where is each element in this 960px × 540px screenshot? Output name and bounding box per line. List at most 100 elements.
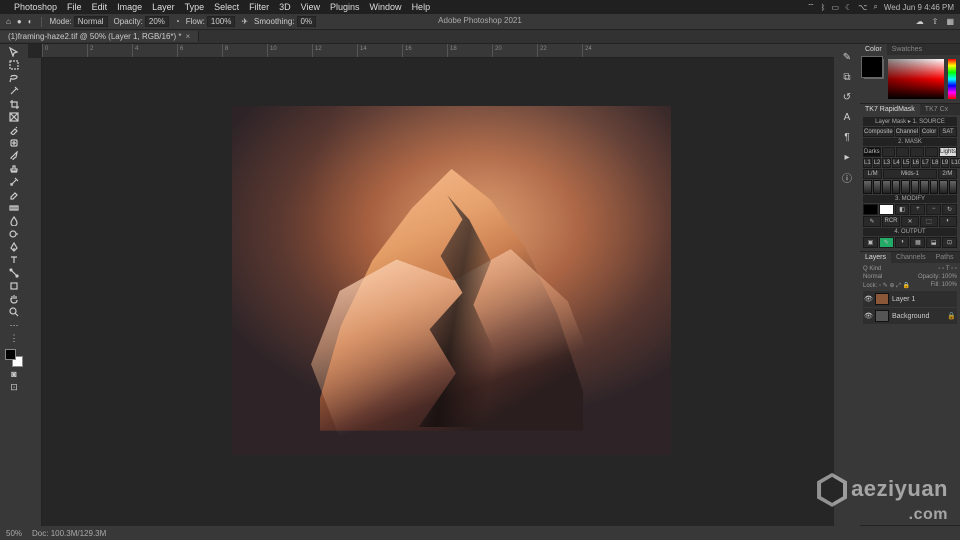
tool-preset-icon[interactable]: ● bbox=[17, 17, 22, 26]
tk-mask-button[interactable] bbox=[896, 147, 909, 157]
tk-mids-button[interactable]: L/M bbox=[863, 169, 882, 179]
tk-output-button[interactable]: ⬓ bbox=[926, 237, 941, 248]
opacity-value[interactable]: 20% bbox=[145, 16, 169, 27]
cloud-icon[interactable]: ☁ bbox=[916, 17, 924, 26]
layer-name[interactable]: Layer 1 bbox=[892, 296, 915, 303]
clone-panel-icon[interactable]: ⧉ bbox=[840, 70, 854, 84]
frame-tool[interactable] bbox=[8, 111, 20, 123]
wifi-icon[interactable]: ⌔ bbox=[807, 2, 815, 12]
search-icon[interactable]: ⌕ bbox=[873, 2, 877, 12]
layer-blend-mode[interactable]: Normal bbox=[863, 274, 882, 280]
tk-zone-button[interactable]: L9 bbox=[941, 158, 950, 168]
document-tab[interactable]: (1)framing-haze2.tif @ 50% (Layer 1, RGB… bbox=[0, 31, 199, 42]
tk-zone-button[interactable]: L5 bbox=[902, 158, 911, 168]
tk-composite-button[interactable]: Composite bbox=[863, 127, 894, 137]
rectangle-tool[interactable] bbox=[8, 280, 20, 292]
visibility-icon[interactable]: 👁 bbox=[864, 312, 872, 320]
eyedropper-tool[interactable] bbox=[8, 124, 20, 136]
blur-tool[interactable] bbox=[8, 215, 20, 227]
heal-tool[interactable] bbox=[8, 137, 20, 149]
crop-tool[interactable] bbox=[8, 98, 20, 110]
tk-channel-button[interactable]: Channel bbox=[895, 127, 919, 137]
tk-sat-button[interactable]: SAT bbox=[939, 127, 957, 137]
tk-modify-button[interactable] bbox=[879, 204, 894, 215]
visibility-icon[interactable]: 👁 bbox=[864, 295, 872, 303]
layer-thumbnail[interactable] bbox=[875, 293, 889, 305]
tk-output-button[interactable]: ▣ bbox=[863, 237, 878, 248]
tk-modify-button[interactable]: ↻ bbox=[942, 204, 957, 215]
tk-modify-button[interactable]: ◧ bbox=[895, 204, 910, 215]
lasso-tool[interactable] bbox=[8, 72, 20, 84]
tk-zone-button[interactable]: L10 bbox=[950, 158, 960, 168]
brush-tool[interactable] bbox=[8, 150, 20, 162]
tk-zone-button[interactable]: L4 bbox=[892, 158, 901, 168]
vertical-ruler[interactable] bbox=[28, 58, 42, 526]
marquee-tool[interactable] bbox=[8, 59, 20, 71]
foreground-background-colors[interactable] bbox=[5, 349, 23, 367]
canvas-area[interactable]: 024681012141618202224 bbox=[28, 44, 834, 526]
pen-tool[interactable] bbox=[8, 241, 20, 253]
opacity-field[interactable]: Opacity: 20% bbox=[114, 16, 169, 27]
paragraph-panel-icon[interactable]: ¶ bbox=[840, 130, 854, 144]
eraser-tool[interactable] bbox=[8, 189, 20, 201]
menubar-clock[interactable]: Wed Jun 9 4:46 PM bbox=[884, 3, 954, 12]
tk-color-button[interactable]: Color bbox=[920, 127, 938, 137]
tk-modify-button[interactable]: ✎ bbox=[863, 216, 881, 227]
tk-zone-button[interactable]: L1 bbox=[863, 158, 872, 168]
move-tool[interactable] bbox=[8, 46, 20, 58]
layer-row[interactable]: 👁 Layer 1 bbox=[863, 291, 957, 307]
tk-sliders[interactable] bbox=[863, 180, 957, 194]
menu-3d[interactable]: 3D bbox=[279, 2, 291, 12]
tk-lights-button[interactable]: Lights bbox=[939, 147, 957, 157]
tk7-rapidmask-tab[interactable]: TK7 RapidMask bbox=[860, 104, 920, 115]
color-swatch-selector[interactable] bbox=[864, 59, 884, 79]
type-tool[interactable] bbox=[8, 254, 20, 266]
menu-file[interactable]: File bbox=[67, 2, 82, 12]
tk-mask-button[interactable] bbox=[910, 147, 923, 157]
tk-zone-button[interactable]: L7 bbox=[921, 158, 930, 168]
layer-row[interactable]: 👁 Background 🔒 bbox=[863, 308, 957, 324]
tk-modify-button[interactable]: ◐ bbox=[939, 216, 957, 227]
layer-name[interactable]: Background bbox=[892, 313, 929, 320]
hand-tool[interactable] bbox=[8, 293, 20, 305]
layer-kind-filter[interactable]: Q Kind bbox=[863, 266, 881, 272]
tk-zone-button[interactable]: L2 bbox=[873, 158, 882, 168]
color-tab[interactable]: Color bbox=[860, 44, 887, 55]
smoothing-field[interactable]: Smoothing: 0% bbox=[254, 16, 316, 27]
history-panel-icon[interactable]: ↺ bbox=[840, 90, 854, 104]
info-panel-icon[interactable]: ⓘ bbox=[840, 170, 854, 184]
pressure-opacity-icon[interactable]: ◔ bbox=[175, 17, 180, 26]
home-icon[interactable]: ⌂ bbox=[6, 17, 11, 26]
channels-tab[interactable]: Channels bbox=[891, 252, 931, 263]
hue-bar[interactable] bbox=[948, 59, 956, 99]
tk-mids-button[interactable]: Mids-1 bbox=[883, 169, 937, 179]
stamp-tool[interactable] bbox=[8, 163, 20, 175]
lock-icon[interactable]: 🔒 bbox=[947, 312, 956, 320]
moon-icon[interactable]: ☾ bbox=[845, 3, 852, 12]
screenmode-icon[interactable]: ⊡ bbox=[8, 381, 20, 393]
menu-filter[interactable]: Filter bbox=[249, 2, 269, 12]
gradient-tool[interactable] bbox=[8, 202, 20, 214]
workspace-icon[interactable]: ▦ bbox=[946, 17, 954, 26]
tk-mids-button[interactable]: 2/M bbox=[938, 169, 957, 179]
document-canvas[interactable] bbox=[232, 106, 671, 455]
brush-preset-icon[interactable]: ◐ bbox=[28, 17, 33, 26]
tk-zone-button[interactable]: L6 bbox=[911, 158, 920, 168]
menu-app[interactable]: Photoshop bbox=[14, 2, 57, 12]
horizontal-ruler[interactable]: 024681012141618202224 bbox=[42, 44, 834, 58]
foreground-color-swatch[interactable] bbox=[5, 349, 16, 360]
mode-value[interactable]: Normal bbox=[74, 16, 108, 27]
menu-window[interactable]: Window bbox=[370, 2, 402, 12]
tk-output-button[interactable]: ◑ bbox=[895, 237, 910, 248]
layer-thumbnail[interactable] bbox=[875, 310, 889, 322]
tk-modify-button[interactable]: − bbox=[926, 204, 941, 215]
tk-zone-button[interactable]: L8 bbox=[931, 158, 940, 168]
menu-type[interactable]: Type bbox=[185, 2, 205, 12]
layer-opacity-value[interactable]: 100% bbox=[942, 274, 957, 280]
tk-mask-button[interactable] bbox=[925, 147, 938, 157]
bluetooth-icon[interactable]: ᛒ bbox=[821, 3, 826, 12]
history-brush-tool[interactable] bbox=[8, 176, 20, 188]
blend-mode-field[interactable]: Mode: Normal bbox=[50, 16, 108, 27]
menu-layer[interactable]: Layer bbox=[152, 2, 175, 12]
tk-modify-button[interactable] bbox=[863, 204, 878, 215]
